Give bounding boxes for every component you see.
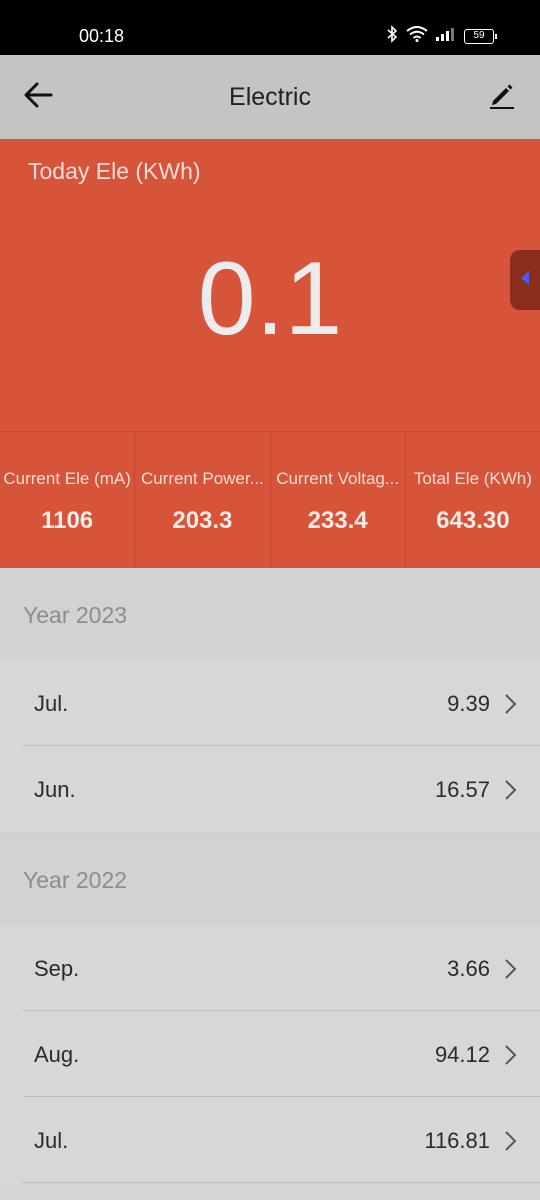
pencil-icon: [488, 81, 516, 114]
year-header: Year 2023: [0, 568, 540, 660]
month-label: Jul.: [34, 1128, 69, 1153]
stat-current-ele: Current Ele (mA) 1106: [0, 432, 136, 569]
month-value: 116.81: [424, 1128, 490, 1153]
year-title: Year 2023: [23, 602, 128, 628]
caret-left-icon: [520, 270, 530, 290]
today-energy-panel: Today Ele (KWh) 0.1: [0, 139, 540, 431]
chevron-right-icon: [500, 778, 520, 802]
month-row[interactable]: Aug. 94.12: [0, 1011, 540, 1097]
status-icons: 59: [386, 24, 497, 48]
today-energy-label: Today Ele (KWh): [28, 158, 201, 184]
chevron-right-icon: [500, 692, 520, 716]
stat-label: Total Ele (KWh): [413, 469, 532, 488]
month-row[interactable]: Jul. 9.39: [0, 660, 540, 746]
stat-value: 643.30: [436, 507, 510, 534]
stat-total-ele: Total Ele (KWh) 643.30: [406, 432, 540, 569]
stat-label: Current Power...: [140, 469, 264, 488]
stat-label: Current Ele (mA): [3, 469, 131, 488]
chevron-right-icon: [500, 957, 520, 981]
month-value: 3.66: [447, 956, 490, 981]
month-row[interactable]: Jul. 116.81: [0, 1097, 540, 1183]
stat-value: 233.4: [307, 507, 368, 534]
wifi-icon: [406, 25, 428, 47]
month-row[interactable]: Jun. 16.57: [0, 746, 540, 832]
month-label: Jul.: [34, 691, 69, 716]
chevron-right-icon: [500, 1129, 520, 1153]
page-title: Electric: [229, 83, 311, 111]
signal-icon: [436, 27, 456, 46]
today-energy-value: 0.1: [197, 241, 343, 357]
month-value: 94.12: [434, 1042, 490, 1067]
stat-current-voltage: Current Voltag... 233.4: [271, 432, 406, 569]
stat-label: Current Voltag...: [276, 469, 400, 488]
battery-icon: 59: [464, 28, 497, 44]
stat-current-power: Current Power... 203.3: [135, 432, 271, 569]
month-label: Sep.: [34, 956, 80, 981]
chevron-right-icon: [500, 1043, 520, 1067]
month-row[interactable]: Sep. 3.66: [0, 925, 540, 1011]
year-title: Year 2022: [23, 867, 128, 893]
divider: [23, 1182, 540, 1183]
month-value: 16.57: [434, 777, 490, 802]
edit-button[interactable]: [482, 77, 522, 117]
status-bar: 00:18 59: [0, 0, 540, 55]
bluetooth-icon: [386, 24, 398, 48]
stat-value: 203.3: [172, 507, 233, 534]
month-label: Aug.: [34, 1042, 80, 1067]
stat-value: 1106: [41, 507, 94, 534]
stats-row: Current Ele (mA) 1106 Current Power... 2…: [0, 431, 540, 569]
year-header: Year 2022: [0, 833, 540, 925]
month-label: Jun.: [34, 777, 76, 802]
side-panel-handle[interactable]: [510, 250, 540, 310]
app-bar: Electric: [0, 55, 540, 139]
month-value: 9.39: [447, 691, 490, 716]
status-time: 00:18: [79, 26, 125, 46]
